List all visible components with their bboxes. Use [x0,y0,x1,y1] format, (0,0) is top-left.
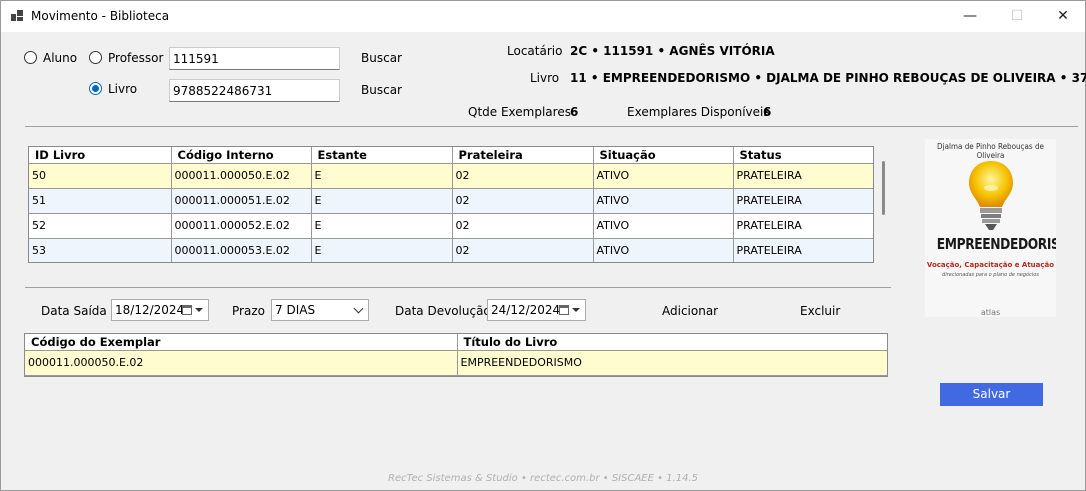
qtde-exemplares-value: 6 [570,105,579,119]
header-titulo-livro[interactable]: Título do Livro [457,334,887,351]
header-estante[interactable]: Estante [311,147,453,164]
cell-prateleira: 02 [452,213,594,239]
cell-situacao: ATIVO [593,213,734,239]
radio-professor[interactable] [89,51,102,64]
header-status[interactable]: Status [733,147,873,164]
livro-info-label: Livro [530,71,560,85]
cell-codigo: 000011.000053.E.02 [171,238,312,262]
cover-publisher: atlas [980,308,1001,317]
table-row[interactable]: 52 000011.000052.E.02 E 02 ATIVO PRATELE… [29,213,873,239]
cell-prateleira: 02 [452,163,594,189]
header-codigo-interno[interactable]: Código Interno [171,147,312,164]
radio-livro-label: Livro [108,82,138,96]
cell-status: PRATELEIRA [733,238,873,262]
window-title: Movimento - Biblioteca [31,9,170,23]
main-window: Movimento - Biblioteca — ☐ ✕ Aluno Profe… [0,0,1086,491]
close-button[interactable]: ✕ [1040,1,1086,32]
adicionar-button[interactable]: Adicionar [662,304,718,318]
prazo-value: 7 DIAS [275,303,316,317]
cell-estante: E [311,238,453,262]
buscar-book-button[interactable]: Buscar [361,83,402,97]
cell-titulo-livro: EMPREENDEDORISMO [457,350,887,376]
cell-codigo-exemplar: 000011.000050.E.02 [25,350,458,376]
calendar-icon[interactable] [559,305,569,315]
salvar-button[interactable]: Salvar [940,383,1043,406]
livro-info-value: 11 • EMPREENDEDORISMO • DJALMA DE PINHO … [570,71,1086,85]
data-devolucao-label: Data Devolução [395,304,491,318]
person-search-input[interactable]: 111591 [169,47,340,70]
cell-id: 51 [29,188,172,214]
header-codigo-exemplar[interactable]: Código do Exemplar [25,334,458,351]
copies-grid[interactable]: ID Livro Código Interno Estante Pratelei… [28,146,874,263]
radio-aluno[interactable] [24,51,37,64]
app-icon [11,10,23,22]
locatario-label: Locatário [507,44,563,58]
divider-middle [25,287,891,288]
selected-grid[interactable]: Código do Exemplar Título do Livro 00001… [24,333,888,377]
title-bar: Movimento - Biblioteca — ☐ ✕ [1,1,1085,32]
buscar-person-button[interactable]: Buscar [361,51,402,65]
cell-codigo: 000011.000051.E.02 [171,188,312,214]
locatario-value: 2C • 111591 • AGNÊS VITÓRIA [570,44,775,58]
cell-prateleira: 02 [452,188,594,214]
footer-credits: RecTec Sistemas & Studio • rectec.com.br… [388,473,698,484]
copies-table: ID Livro Código Interno Estante Pratelei… [29,147,873,262]
cell-situacao: ATIVO [593,238,734,262]
table-row[interactable]: 51 000011.000051.E.02 E 02 ATIVO PRATELE… [29,188,873,214]
dropdown-arrow-icon[interactable] [195,308,203,312]
table-row[interactable]: 50 000011.000050.E.02 E 02 ATIVO PRATELE… [29,163,873,189]
book-search-input[interactable]: 9788522486731 [169,79,340,102]
cell-estante: E [311,163,453,189]
data-saida-picker[interactable]: 18/12/2024 [111,299,209,321]
data-devolucao-picker[interactable]: 24/12/2024 [487,299,586,321]
data-saida-value: 18/12/2024 [115,303,185,317]
copies-scrollbar[interactable] [882,161,885,215]
book-cover-image: Djalma de Pinho Rebouças de Oliveira EMP… [925,139,1056,317]
header-situacao[interactable]: Situação [593,147,734,164]
copies-header-row: ID Livro Código Interno Estante Pratelei… [29,147,873,164]
excluir-button[interactable]: Excluir [800,304,840,318]
data-devolucao-value: 24/12/2024 [491,303,561,317]
prazo-label: Prazo [232,304,265,318]
table-row[interactable]: 53 000011.000053.E.02 E 02 ATIVO PRATELE… [29,238,873,262]
maximize-button[interactable]: ☐ [994,1,1040,32]
header-prateleira[interactable]: Prateleira [452,147,594,164]
header-id-livro[interactable]: ID Livro [29,147,172,164]
cover-title: EMPREENDEDORISMO [936,235,1056,253]
selected-header-row: Código do Exemplar Título do Livro [25,334,887,351]
dropdown-arrow-icon[interactable] [572,308,580,312]
chevron-down-icon[interactable] [353,303,364,314]
cover-tagline: direcionadas para o plano de negócios [942,272,1039,278]
radio-professor-label: Professor [108,51,164,65]
cell-situacao: ATIVO [593,188,734,214]
minimize-button[interactable]: — [947,1,993,32]
radio-livro[interactable] [89,82,102,95]
cell-id: 50 [29,163,172,189]
cell-status: PRATELEIRA [733,188,873,214]
radio-aluno-label: Aluno [43,51,78,65]
cell-prateleira: 02 [452,238,594,262]
cell-codigo: 000011.000050.E.02 [171,163,312,189]
cell-codigo: 000011.000052.E.02 [171,213,312,239]
cell-status: PRATELEIRA [733,163,873,189]
qtde-exemplares-label: Qtde Exemplares [468,105,571,119]
cell-id: 53 [29,238,172,262]
table-row[interactable]: 000011.000050.E.02 EMPREENDEDORISMO [25,350,887,376]
divider-top [25,126,1078,127]
cell-situacao: ATIVO [593,163,734,189]
exemplares-disponiveis-value: 6 [763,105,772,119]
cell-status: PRATELEIRA [733,213,873,239]
cell-estante: E [311,188,453,214]
cell-estante: E [311,213,453,239]
calendar-icon[interactable] [182,305,192,315]
data-saida-label: Data Saída [41,304,107,318]
prazo-select[interactable]: 7 DIAS [271,299,369,321]
cover-subtitle: Vocação, Capacitação e Atuação [926,261,1055,269]
cell-id: 52 [29,213,172,239]
selected-table: Código do Exemplar Título do Livro 00001… [25,334,887,376]
lightbulb-icon [969,161,1013,230]
exemplares-disponiveis-label: Exemplares Disponíveis [627,105,770,119]
